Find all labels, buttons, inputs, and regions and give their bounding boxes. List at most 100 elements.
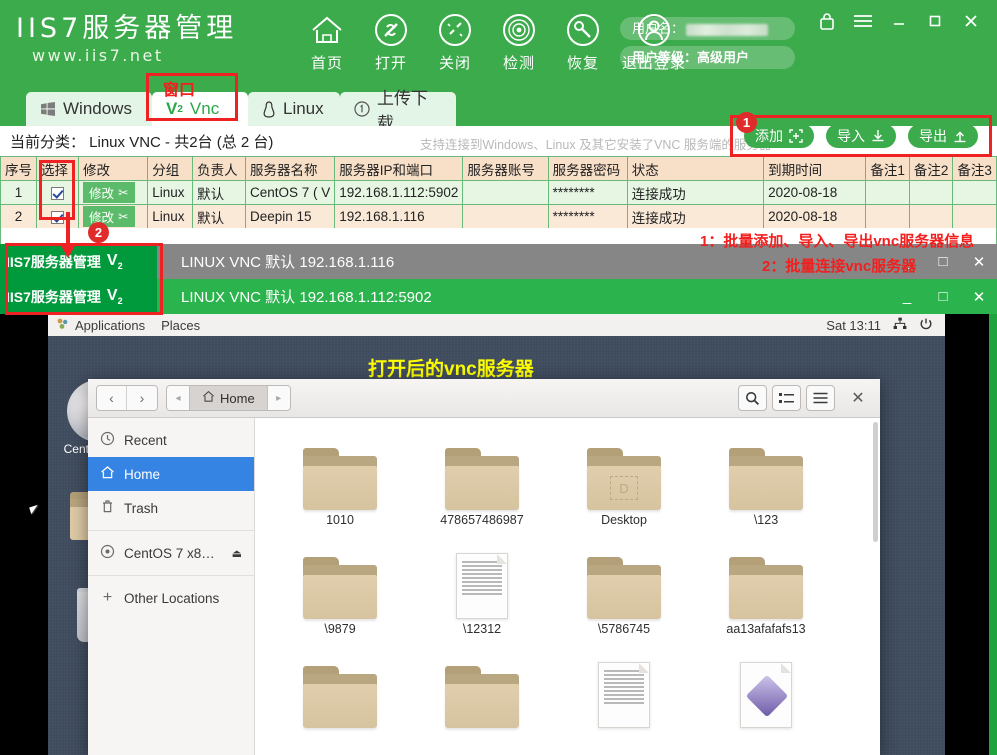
file-item[interactable]: \5786745: [553, 541, 695, 636]
file-item[interactable]: \9879: [269, 541, 411, 636]
path-scroll-left-icon[interactable]: ◂: [167, 386, 189, 410]
file-item[interactable]: D Desktop: [553, 432, 695, 527]
annotation-window-label: 窗口: [163, 82, 196, 99]
tab-linux[interactable]: Linux: [248, 92, 340, 126]
panel-clock[interactable]: Sat 13:11: [826, 318, 881, 333]
export-button[interactable]: 导出: [908, 124, 978, 148]
vnc-maximize-button[interactable]: □: [925, 288, 961, 306]
cell-note2: [908, 180, 954, 205]
modify-button[interactable]: 修改 ✂: [83, 182, 135, 203]
minimize-button[interactable]: [881, 6, 917, 36]
file-label: \9879: [324, 622, 356, 636]
network-icon[interactable]: [893, 317, 907, 333]
vnc-window-bar-2[interactable]: IIS7服务器管理 V2 LINUX VNC 默认 192.168.1.112:…: [0, 279, 997, 314]
list-view-icon[interactable]: [772, 385, 801, 411]
col-select: 选择: [35, 156, 80, 181]
file-label: aa13afafafs13: [726, 622, 806, 636]
file-manager-toolbar: ‹ › ◂ Home ▸ ✕: [88, 379, 880, 418]
nav-close[interactable]: 关闭: [423, 9, 487, 73]
vnc-close-button[interactable]: ✕: [961, 253, 997, 271]
cell-server-name: CentOS 7 ( V: [244, 180, 336, 205]
file-item[interactable]: \12312: [411, 541, 553, 636]
back-icon[interactable]: ‹: [97, 386, 127, 410]
nav-close-label: 关闭: [438, 55, 471, 72]
vnc-tag-label: IIS7服务器管理: [6, 253, 101, 270]
cell-index: 2: [0, 204, 37, 229]
table-row[interactable]: 1 修改 ✂ Linux 默认 CentOS 7 ( V 192.168.1.11…: [0, 180, 997, 205]
path-scroll-right-icon[interactable]: ▸: [267, 386, 290, 410]
username-value-masked: [686, 23, 769, 36]
folder-desktop-icon: D: [553, 432, 695, 510]
sidebar-item-other-locations[interactable]: + Other Locations: [88, 581, 254, 615]
close-icon[interactable]: ✕: [844, 385, 872, 411]
row-checkbox[interactable]: [35, 180, 80, 205]
sidebar-item-label: Other Locations: [124, 590, 220, 606]
file-item[interactable]: aa13afafafs13: [695, 541, 837, 636]
sidebar-item-home[interactable]: Home: [88, 457, 254, 491]
close-button[interactable]: [953, 6, 989, 36]
table-row[interactable]: 2 修改 ✂ Linux 默认 Deepin 15 192.168.1.116 *…: [0, 204, 997, 229]
sidebar-divider: [88, 530, 254, 531]
desktop-right-green-band: [989, 314, 997, 755]
nav-open[interactable]: 打开: [359, 9, 423, 73]
eject-icon[interactable]: ⏏: [232, 547, 242, 560]
tab-windows[interactable]: Windows: [26, 92, 152, 126]
vnc-minimize-button[interactable]: _: [889, 288, 925, 306]
forward-icon[interactable]: ›: [127, 386, 157, 410]
row-checkbox[interactable]: [35, 204, 80, 229]
cell-status: 连接成功: [626, 204, 765, 229]
col-note1: 备注1: [865, 156, 910, 181]
maximize-button[interactable]: [917, 6, 953, 36]
file-grid: 1010 478657486987 D Desktop \123 \9879 \…: [255, 418, 880, 745]
vnc-tag-label: IIS7服务器管理: [6, 288, 101, 305]
sidebar-item-trash[interactable]: Trash: [88, 491, 254, 525]
import-button[interactable]: 导入: [826, 124, 896, 148]
document-icon: [553, 650, 695, 728]
nav-detect[interactable]: 检测: [487, 9, 551, 73]
vnc-taskbar-tag: IIS7服务器管理 V2: [0, 279, 157, 314]
menu-icon[interactable]: [806, 385, 835, 411]
file-item[interactable]: 478657486987: [411, 432, 553, 527]
sidebar-item-label: CentOS 7 x8…: [124, 545, 215, 561]
lock-icon[interactable]: [809, 6, 845, 36]
file-item[interactable]: [553, 650, 695, 731]
cell-note3: [952, 204, 997, 229]
user-info: 用户名： 用户等级：高级用户: [620, 17, 795, 75]
file-item[interactable]: [695, 650, 837, 731]
hamburger-icon[interactable]: [845, 6, 881, 36]
nav-restore[interactable]: 恢复: [551, 9, 615, 73]
file-manager-body: Recent Home Trash CentOS 7 x8… ⏏ + Other…: [88, 418, 880, 755]
file-manager-sidebar: Recent Home Trash CentOS 7 x8… ⏏ + Other…: [88, 418, 255, 755]
tux-icon: [262, 100, 276, 118]
applications-menu[interactable]: Applications: [75, 318, 145, 333]
file-item[interactable]: \123: [695, 432, 837, 527]
annotation-badge-1: 1: [736, 112, 757, 133]
file-label: Desktop: [601, 513, 647, 527]
path-home-button[interactable]: Home: [189, 386, 268, 410]
col-owner: 负责人: [192, 156, 246, 181]
sidebar-item-recent[interactable]: Recent: [88, 423, 254, 457]
file-item[interactable]: [269, 650, 411, 731]
vnc-maximize-button[interactable]: □: [925, 253, 961, 271]
sidebar-item-label: Trash: [124, 500, 159, 516]
path-home-label: Home: [220, 390, 255, 406]
tab-upload-download[interactable]: 上传下载: [340, 89, 456, 133]
vnc-titlebar[interactable]: LINUX VNC 默认 192.168.1.112:5902 _ □ ✕: [157, 279, 997, 314]
file-label: \123: [753, 513, 779, 527]
places-menu[interactable]: Places: [161, 318, 200, 333]
export-button-label: 导出: [919, 128, 947, 144]
trash-icon: [100, 499, 115, 517]
scrollbar[interactable]: [873, 422, 878, 542]
nav-buttons: ‹ ›: [96, 385, 158, 411]
nav-home[interactable]: 首页: [295, 9, 359, 73]
vnc-close-button[interactable]: ✕: [961, 288, 997, 306]
file-item[interactable]: 1010: [269, 432, 411, 527]
link-icon: [359, 9, 423, 51]
col-note2: 备注2: [908, 156, 954, 181]
search-icon[interactable]: [738, 385, 767, 411]
power-icon[interactable]: [919, 317, 933, 334]
col-note3: 备注3: [952, 156, 997, 181]
file-item[interactable]: [411, 650, 553, 731]
sidebar-item-centos-disc[interactable]: CentOS 7 x8… ⏏: [88, 536, 254, 570]
username-label: 用户名：: [632, 21, 685, 36]
